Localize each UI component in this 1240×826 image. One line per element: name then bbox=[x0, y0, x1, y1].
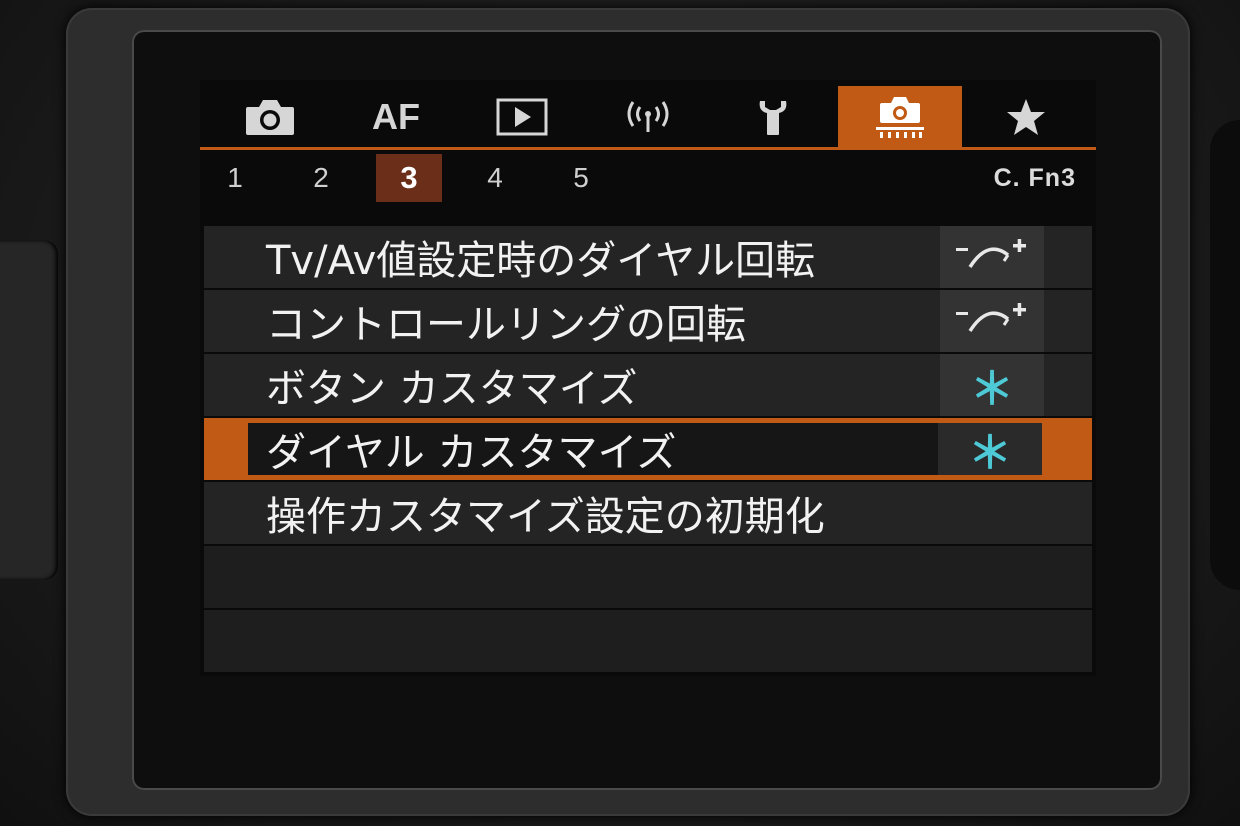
menu-item-value: ＊ bbox=[940, 354, 1044, 416]
subtab-3[interactable]: 3 bbox=[376, 154, 442, 202]
camera-menu-screen: AF 1 2 3 4 5 C. Fn3 Tv/Av値設定時のダイヤル回転 コント… bbox=[200, 80, 1096, 676]
subtab-4[interactable]: 4 bbox=[462, 154, 528, 202]
menu-item-label: Tv/Av値設定時のダイヤル回転 bbox=[266, 238, 816, 284]
menu-list: Tv/Av値設定時のダイヤル回転 コントロールリングの回転 ボタン カスタマイズ… bbox=[204, 226, 1092, 674]
empty-menu-row bbox=[204, 546, 1092, 608]
menu-item-value: ＊ bbox=[938, 423, 1042, 479]
subtab-2[interactable]: 2 bbox=[288, 154, 354, 202]
menu-item-control-ring-rotation[interactable]: コントロールリングの回転 bbox=[204, 290, 1092, 352]
tab-af[interactable]: AF bbox=[334, 86, 458, 148]
tab-setup[interactable] bbox=[712, 86, 836, 148]
subtab-5[interactable]: 5 bbox=[548, 154, 614, 202]
menu-item-label: 操作カスタマイズ設定の初期化 bbox=[266, 494, 825, 540]
tab-underline bbox=[200, 147, 1096, 150]
menu-item-value bbox=[940, 290, 1044, 352]
tab-playback[interactable] bbox=[460, 86, 584, 148]
empty-menu-row bbox=[204, 610, 1092, 672]
star-icon bbox=[1005, 97, 1047, 137]
menu-item-reset-customization[interactable]: 操作カスタマイズ設定の初期化 bbox=[204, 482, 1092, 544]
menu-item-highlight: ダイヤル カスタマイズ ＊ bbox=[248, 423, 1042, 479]
subtab-1[interactable]: 1 bbox=[202, 154, 268, 202]
camera-side-grip bbox=[0, 240, 58, 580]
subtab-page-name: C. Fn3 bbox=[993, 163, 1076, 192]
main-tab-bar: AF bbox=[200, 80, 1096, 150]
wrench-icon bbox=[756, 97, 792, 137]
menu-item-button-customize[interactable]: ボタン カスタマイズ ＊ bbox=[204, 354, 1092, 416]
tab-shooting[interactable] bbox=[208, 86, 332, 148]
camera-body: AF 1 2 3 4 5 C. Fn3 Tv/Av値設定時のダイヤル回転 コント… bbox=[0, 0, 1240, 826]
asterisk-icon: ＊ bbox=[968, 428, 1012, 479]
asterisk-icon: ＊ bbox=[970, 364, 1014, 415]
subtab-bar: 1 2 3 4 5 C. Fn3 bbox=[200, 154, 1096, 202]
camera-side-dial bbox=[1210, 120, 1240, 590]
camera-icon bbox=[244, 97, 296, 137]
tab-my-menu[interactable] bbox=[964, 86, 1088, 148]
menu-item-value bbox=[940, 226, 1044, 288]
dial-direction-icon bbox=[954, 299, 1030, 343]
menu-item-label: ボタン カスタマイズ bbox=[266, 366, 638, 412]
dial-direction-icon bbox=[954, 235, 1030, 279]
menu-item-dial-customize[interactable]: ダイヤル カスタマイズ ＊ bbox=[204, 418, 1092, 480]
playback-icon bbox=[496, 98, 548, 136]
tab-custom-functions[interactable] bbox=[838, 86, 962, 148]
menu-item-dial-direction-tv-av[interactable]: Tv/Av値設定時のダイヤル回転 bbox=[204, 226, 1092, 288]
tab-wireless[interactable] bbox=[586, 86, 710, 148]
wireless-icon bbox=[624, 97, 672, 137]
tab-af-label: AF bbox=[372, 96, 420, 137]
custom-functions-icon bbox=[874, 95, 926, 139]
menu-item-label: ダイヤル カスタマイズ bbox=[266, 430, 677, 476]
menu-item-label: コントロールリングの回転 bbox=[266, 302, 746, 348]
